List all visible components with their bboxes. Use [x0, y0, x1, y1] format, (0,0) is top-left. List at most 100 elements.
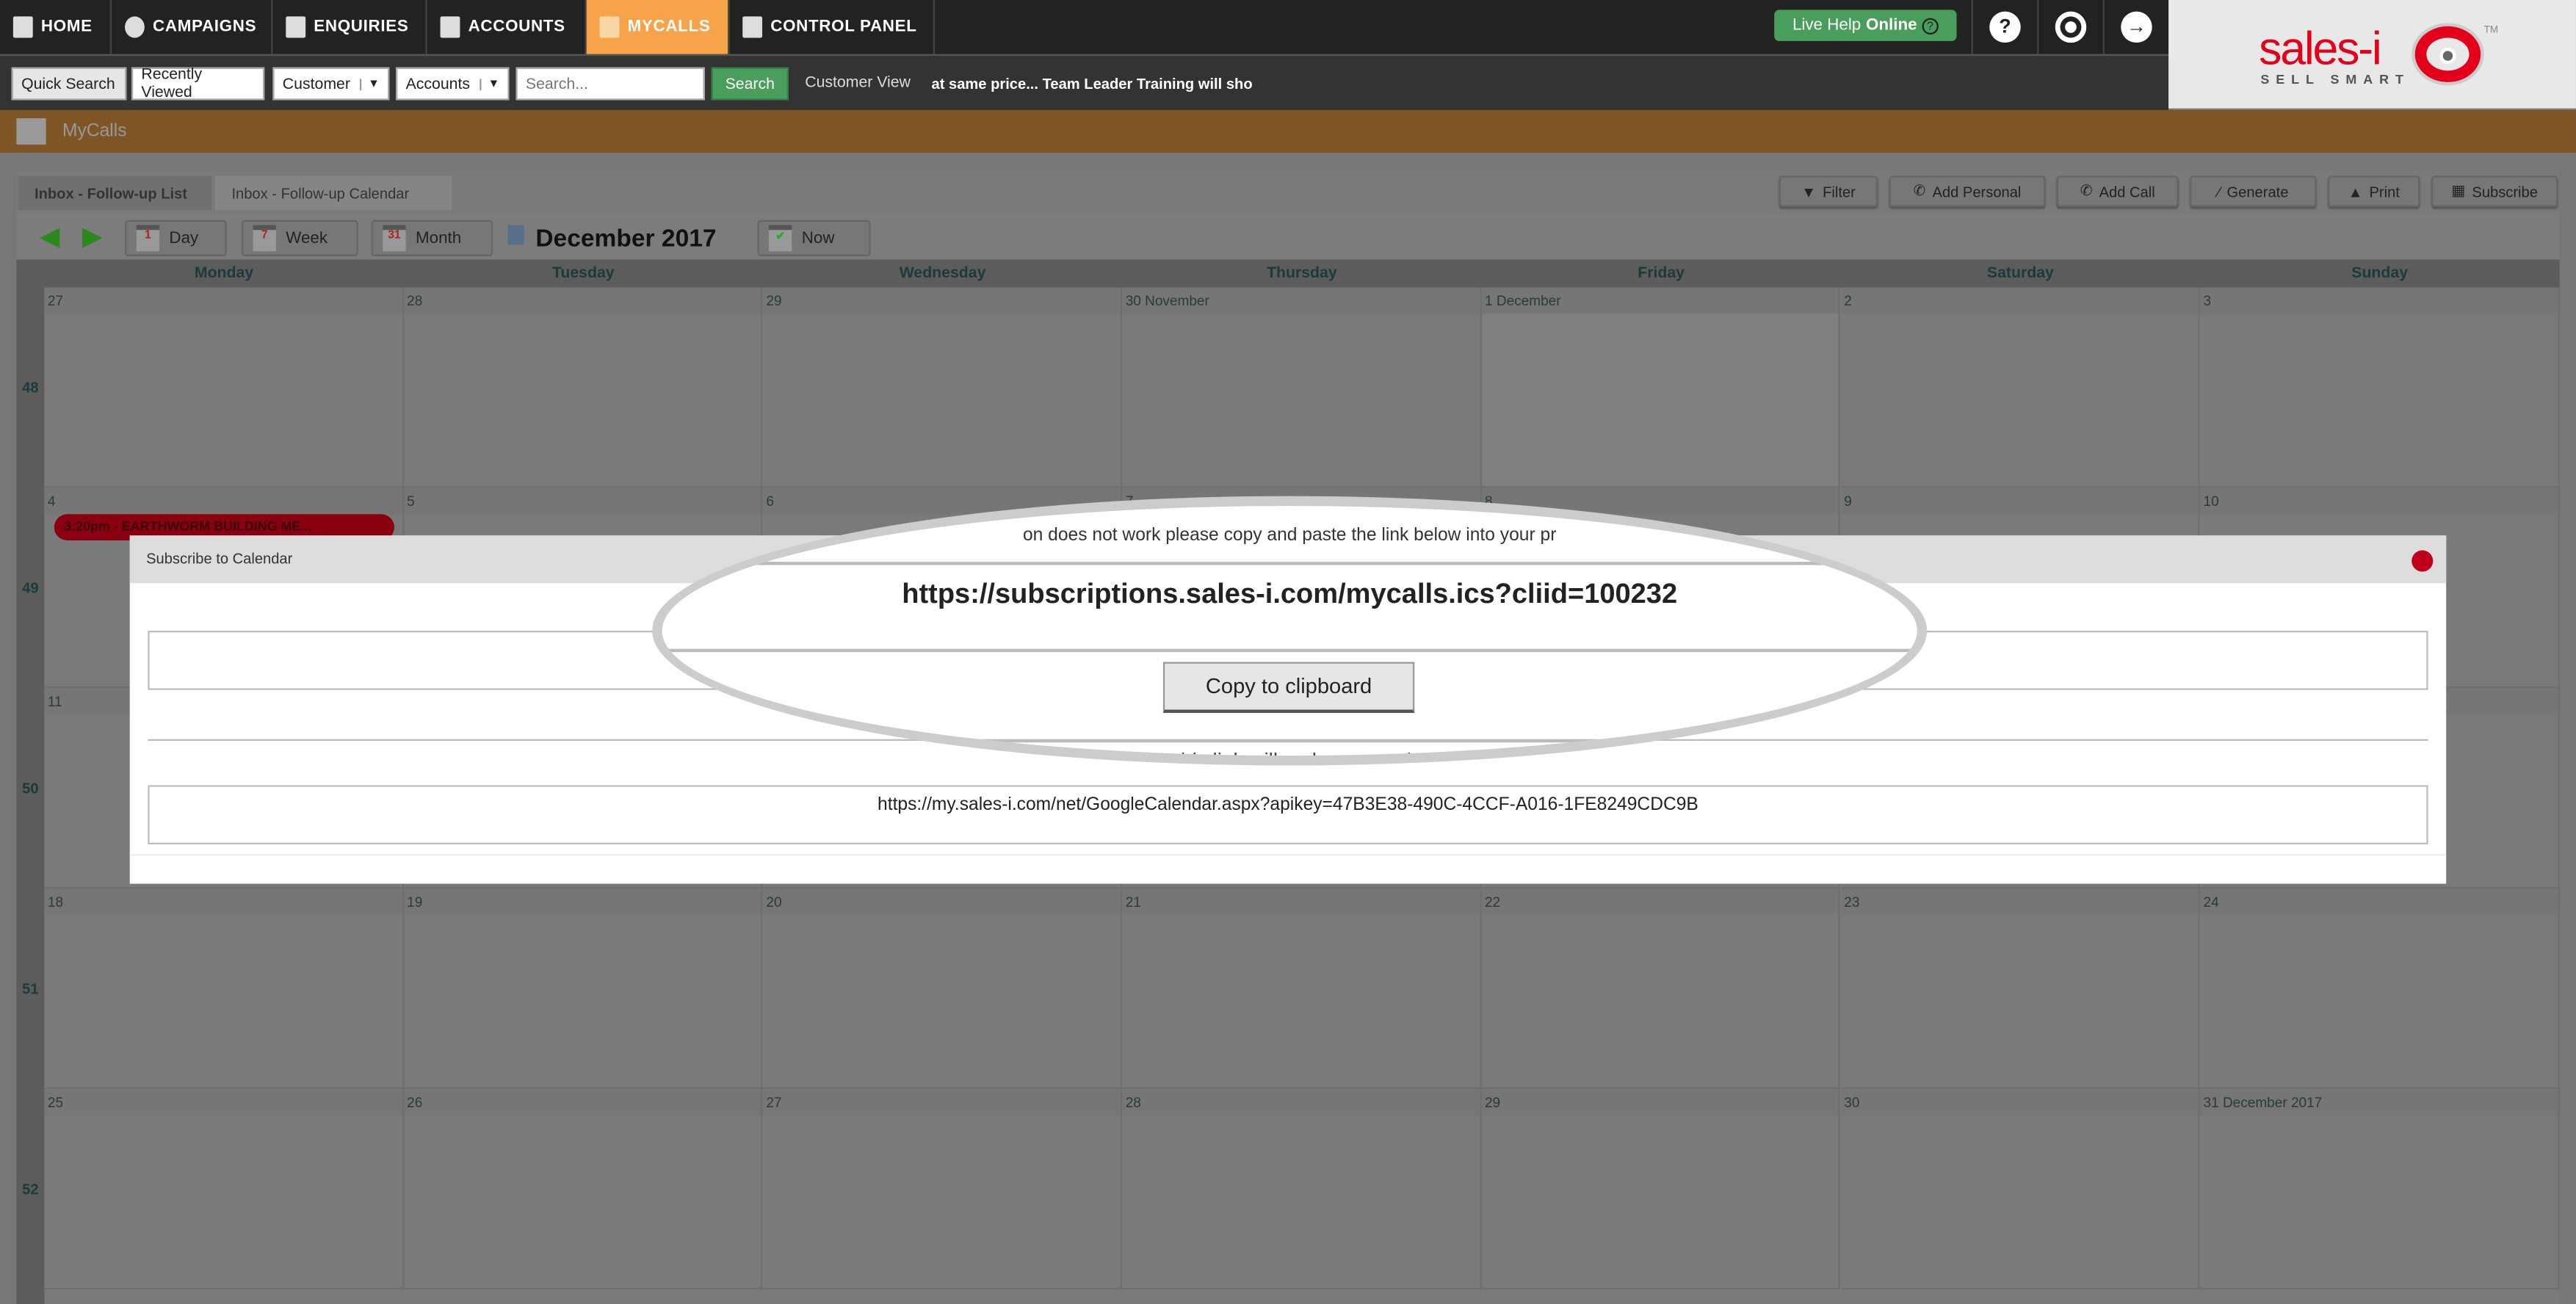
prev-arrow-icon[interactable]: ◀: [40, 224, 60, 251]
next-arrow-icon[interactable]: ▶: [82, 224, 103, 251]
question-icon: ?: [1989, 11, 2021, 43]
day-cell[interactable]: 29: [762, 287, 1123, 488]
copy-to-clipboard-button[interactable]: Copy to clipboard: [1162, 662, 1415, 713]
user-icon: [2055, 11, 2087, 43]
add-personal-button[interactable]: ✆ Add Personal: [1889, 175, 2046, 207]
customer-view-link[interactable]: Customer View: [805, 74, 911, 93]
day-cell[interactable]: 30: [1840, 1089, 2201, 1290]
day-cell[interactable]: 1 December: [1481, 287, 1841, 488]
google-url-field[interactable]: https://my.sales-i.com/net/GoogleCalenda…: [148, 785, 2428, 844]
day-header: Wednesday: [899, 264, 986, 283]
date-label: 2: [1840, 287, 2199, 314]
close-icon[interactable]: [2412, 550, 2434, 572]
date-label: 3: [2200, 287, 2558, 314]
app: HOME CAMPAIGNS ENQUIRIES ACCOUNTS MYCALL…: [0, 0, 2576, 1304]
week-view-button[interactable]: 7 Week: [241, 220, 358, 257]
date-label: 30 November: [1122, 287, 1480, 314]
sales-i-logo: sales-i SELL SMART TM: [2168, 0, 2576, 109]
mycalls-icon: [16, 118, 46, 145]
day-cell[interactable]: 28: [403, 287, 763, 488]
day-cell[interactable]: 18: [44, 888, 404, 1090]
logo-tagline: SELL SMART: [2260, 72, 2410, 87]
nav-label: ACCOUNTS: [468, 18, 565, 37]
calendar-month-icon: 31: [383, 225, 406, 252]
date-picker-icon[interactable]: [507, 225, 524, 245]
ics-url[interactable]: https://subscriptions.sales-i.com/mycall…: [662, 578, 1917, 611]
day-cell[interactable]: 31 December 2017: [2200, 1089, 2560, 1290]
nav-accounts[interactable]: ACCOUNTS: [427, 0, 587, 54]
accounts-icon: [440, 16, 460, 38]
day-cell[interactable]: 20: [762, 888, 1123, 1090]
day-cell[interactable]: 26: [403, 1089, 763, 1290]
button-label: Subscribe: [2472, 183, 2538, 200]
nav-label: CAMPAIGNS: [153, 18, 257, 37]
month-view-button[interactable]: 31 Month: [371, 220, 493, 257]
search-button[interactable]: Search: [711, 67, 789, 101]
date-label: 23: [1840, 888, 2199, 916]
date-label: 31 December 2017: [2200, 1089, 2558, 1116]
button-label: Now: [801, 229, 835, 247]
day-cell[interactable]: 27: [762, 1089, 1123, 1290]
tab-follow-up-list[interactable]: Inbox - Follow-up List: [18, 175, 212, 211]
button-label: Week: [286, 229, 328, 247]
nav-home[interactable]: HOME: [0, 0, 112, 54]
day-cell[interactable]: 24: [2200, 888, 2560, 1090]
nav-label: MYCALLS: [627, 18, 711, 37]
calendar-icon: ▦: [2451, 182, 2466, 199]
filter-button[interactable]: ▼ Filter: [1779, 175, 1878, 207]
day-cell[interactable]: 29: [1481, 1089, 1841, 1290]
add-call-button[interactable]: ✆ Add Call: [2056, 175, 2179, 207]
live-help-button[interactable]: Live Help Online?: [1774, 10, 1957, 41]
wand-icon: ⁄: [2218, 183, 2221, 200]
week-number-column: 48 49 50 51 52: [16, 287, 45, 1304]
chevron-down-icon: ▼: [480, 78, 499, 90]
week-number[interactable]: 52: [16, 1181, 44, 1198]
subscribe-button[interactable]: ▦ Subscribe: [2431, 175, 2558, 207]
date-label: 28: [403, 287, 761, 314]
day-cell[interactable]: 21: [1122, 888, 1482, 1090]
quick-search-tab[interactable]: Quick Search: [11, 67, 127, 101]
week-number[interactable]: 50: [16, 780, 44, 797]
day-cell[interactable]: 3: [2200, 287, 2560, 488]
home-icon: [12, 16, 33, 38]
nav-control-panel[interactable]: CONTROL PANEL: [729, 0, 935, 54]
logout-button[interactable]: →: [2102, 0, 2168, 54]
day-cell[interactable]: 23: [1840, 888, 2201, 1090]
day-cell[interactable]: 27: [44, 287, 404, 488]
day-view-button[interactable]: 1 Day: [125, 220, 227, 257]
help-button[interactable]: ?: [1971, 0, 2037, 54]
news-ticker: at same price... Team Leader Training wi…: [931, 75, 1253, 93]
day-cell[interactable]: 30 November: [1122, 287, 1482, 488]
day-cell[interactable]: 25: [44, 1089, 404, 1290]
date-label: 18: [44, 888, 402, 916]
day-cell[interactable]: 22: [1481, 888, 1841, 1090]
enquiries-icon: [286, 16, 306, 38]
magnifier-callout: on does not work please copy and paste t…: [652, 496, 1928, 766]
print-button[interactable]: ▲ Print: [2328, 175, 2420, 207]
profile-button[interactable]: [2037, 0, 2102, 54]
print-icon: ▲: [2348, 183, 2363, 200]
tab-follow-up-calendar[interactable]: Inbox - Follow-up Calendar: [215, 175, 452, 211]
week-number[interactable]: 51: [16, 981, 44, 997]
control-panel-icon: [742, 16, 763, 38]
nav-enquiries[interactable]: ENQUIRIES: [272, 0, 427, 54]
search-input[interactable]: [515, 67, 705, 101]
recently-viewed-tab[interactable]: Recently Viewed: [131, 65, 265, 102]
customer-select[interactable]: Customer ▼: [272, 67, 390, 101]
calendar-day-icon: 1: [136, 225, 160, 252]
nav-campaigns[interactable]: CAMPAIGNS: [112, 0, 273, 54]
now-button[interactable]: ✔ Now: [757, 220, 871, 257]
day-cell[interactable]: 2: [1840, 287, 2201, 488]
nav-mycalls[interactable]: MYCALLS: [586, 0, 730, 54]
accounts-select[interactable]: Accounts ▼: [396, 67, 510, 101]
day-cell[interactable]: 28: [1122, 1089, 1482, 1290]
top-nav: HOME CAMPAIGNS ENQUIRIES ACCOUNTS MYCALL…: [0, 0, 2169, 54]
week-number[interactable]: 48: [16, 380, 44, 396]
week-number[interactable]: 49: [16, 580, 44, 596]
accounts-select-value: Accounts: [405, 74, 471, 93]
day-header: Monday: [194, 264, 254, 283]
date-label: 20: [762, 888, 1121, 916]
generate-button[interactable]: ⁄ Generate: [2190, 175, 2317, 207]
day-cell[interactable]: 19: [403, 888, 763, 1090]
instructions-text: on does not work please copy and paste t…: [1022, 525, 1557, 546]
